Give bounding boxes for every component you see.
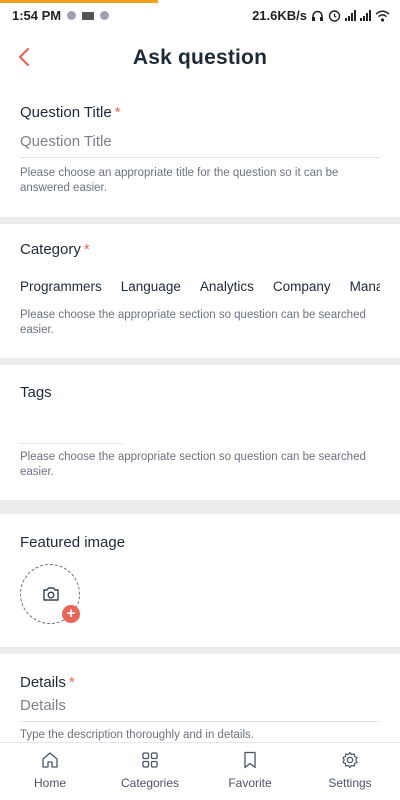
- details-input[interactable]: Details: [20, 697, 66, 714]
- nav-label-settings: Settings: [328, 776, 372, 790]
- notification-dot-icon: [67, 11, 77, 20]
- required-mark: *: [114, 104, 121, 121]
- grid-icon: [142, 752, 158, 768]
- back-arrow-icon[interactable]: [14, 46, 36, 68]
- featured-image-label: Featured image: [20, 534, 126, 551]
- status-bar: 1:54 PM 21.6KB/s: [0, 0, 400, 30]
- section-divider: [0, 217, 400, 224]
- section-divider: [0, 500, 400, 514]
- category-chips: Programmers Language Analytics Company M…: [0, 279, 380, 294]
- nav-item-home[interactable]: Home: [0, 743, 100, 800]
- status-left: 1:54 PM: [12, 8, 110, 23]
- bottom-nav: Home Categories Favorite Settings: [0, 742, 400, 800]
- page-title: Ask question: [132, 46, 268, 69]
- nav-label-categories: Categories: [120, 776, 180, 790]
- image-picker-button[interactable]: +: [20, 564, 80, 624]
- alarm-icon: [328, 10, 341, 22]
- gear-icon: [342, 751, 358, 769]
- question-title-underline: [20, 157, 380, 158]
- details-help: Type the description thoroughly and in d…: [20, 729, 254, 741]
- category-option-language[interactable]: Language: [121, 279, 181, 294]
- details-label-text: Details: [20, 674, 66, 691]
- section-divider: [0, 358, 400, 365]
- nav-label-favorite: Favorite: [228, 776, 272, 790]
- camera-icon: [43, 587, 59, 601]
- question-title-section: Question Title * Question Title Please ch…: [0, 86, 400, 217]
- question-title-label-text: Question Title: [20, 104, 112, 121]
- tags-help: Please choose the appropriate section so…: [20, 451, 366, 478]
- tags-label: Tags: [20, 384, 52, 401]
- details-underline: [20, 721, 380, 722]
- add-image-badge-icon[interactable]: +: [62, 605, 80, 623]
- bookmark-icon: [244, 751, 256, 769]
- details-section: Details * Details Type the description th…: [0, 654, 400, 742]
- category-label-text: Category: [20, 241, 81, 258]
- signal-icon: [345, 10, 356, 21]
- category-option-manag[interactable]: Manag: [350, 279, 380, 294]
- headphones-icon: [312, 10, 323, 21]
- status-right: 21.6KB/s: [252, 8, 390, 23]
- category-option-programmers[interactable]: Programmers: [20, 279, 102, 294]
- status-time: 1:54 PM: [12, 8, 62, 23]
- network-speed: 21.6KB/s: [252, 8, 307, 23]
- required-mark: *: [68, 674, 75, 691]
- category-option-analytics[interactable]: Analytics: [200, 279, 254, 294]
- video-camera-icon: [82, 11, 95, 20]
- tags-input[interactable]: [20, 443, 123, 444]
- nav-label-home: Home: [33, 776, 66, 790]
- tags-section: Tags Please choose the appropriate secti…: [0, 365, 400, 500]
- nav-item-categories[interactable]: Categories: [100, 743, 200, 800]
- nav-item-favorite[interactable]: Favorite: [200, 743, 300, 800]
- category-option-company[interactable]: Company: [273, 279, 331, 294]
- question-title-help: Please choose an appropriate title for t…: [20, 167, 339, 194]
- form-content[interactable]: Question Title * Question Title Please ch…: [0, 86, 400, 742]
- section-divider: [0, 647, 400, 654]
- question-title-input[interactable]: Question Title: [20, 133, 112, 150]
- wifi-icon: [375, 10, 390, 22]
- notification-dot-icon: [100, 11, 110, 20]
- category-label: Category *: [20, 241, 90, 258]
- category-help: Please choose the appropriate section so…: [20, 309, 366, 336]
- nav-item-settings[interactable]: Settings: [300, 743, 400, 800]
- question-title-label: Question Title *: [20, 104, 121, 121]
- status-progress: [0, 0, 158, 3]
- category-section: Category * Programmers Language Analytics…: [0, 224, 400, 358]
- required-mark: *: [83, 241, 90, 258]
- signal-icon: [360, 10, 371, 21]
- app-header: Ask question: [0, 30, 400, 86]
- home-icon: [42, 752, 58, 768]
- details-label: Details *: [20, 674, 75, 691]
- featured-image-section: Featured image +: [0, 514, 400, 647]
